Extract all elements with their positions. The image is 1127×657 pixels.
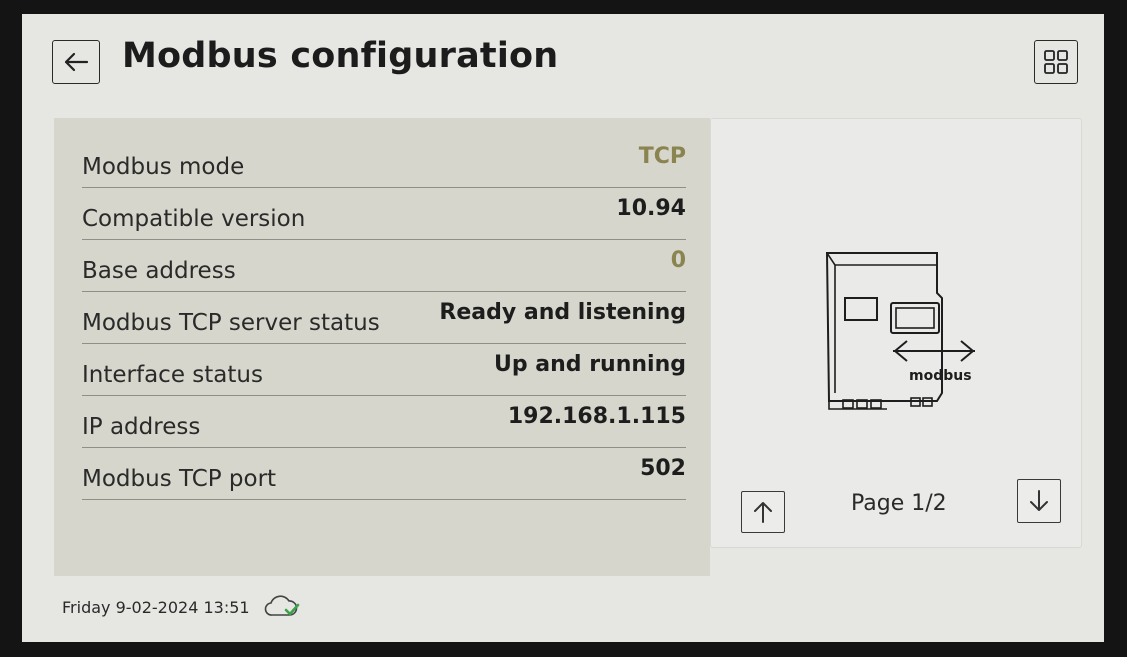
illustration-panel: modbus Page 1/2 — [710, 118, 1082, 548]
settings-panel: Modbus mode TCP Compatible version 10.94… — [54, 118, 710, 576]
setting-value: 502 — [640, 456, 686, 481]
settings-list: Modbus mode TCP Compatible version 10.94… — [82, 136, 686, 500]
page-title: Modbus configuration — [122, 36, 559, 76]
setting-label: Interface status — [82, 361, 263, 388]
back-button[interactable] — [52, 40, 100, 84]
modbus-caption: modbus — [909, 368, 972, 384]
modbus-device-icon: modbus — [825, 252, 975, 410]
datetime: Friday 9-02-2024 13:51 — [62, 597, 250, 617]
setting-row-ip-address: IP address 192.168.1.115 — [82, 396, 686, 448]
setting-row-interface-status: Interface status Up and running — [82, 344, 686, 396]
page-up-button[interactable] — [741, 491, 785, 533]
setting-label: Modbus TCP port — [82, 465, 277, 492]
arrow-up-icon — [754, 502, 772, 523]
grid-icon — [1044, 50, 1068, 74]
setting-value: TCP — [638, 144, 686, 169]
page-indicator: Page 1/2 — [851, 491, 947, 516]
setting-value: Up and running — [494, 352, 686, 377]
setting-value: Ready and listening — [439, 300, 686, 325]
setting-row-modbus-mode: Modbus mode TCP — [82, 136, 686, 188]
setting-label: Compatible version — [82, 205, 306, 232]
setting-label: Modbus mode — [82, 153, 245, 180]
cloud-check-icon — [264, 595, 299, 616]
page-down-button[interactable] — [1017, 479, 1061, 523]
arrow-left-icon — [64, 52, 89, 72]
setting-row-base-address: Base address 0 — [82, 240, 686, 292]
setting-row-server-status: Modbus TCP server status Ready and liste… — [82, 292, 686, 344]
menu-button[interactable] — [1034, 40, 1078, 84]
status-bar: Friday 9-02-2024 13:51 — [62, 592, 302, 622]
setting-value: 10.94 — [616, 196, 686, 221]
header: Modbus configuration — [22, 14, 1104, 106]
setting-label: Modbus TCP server status — [82, 309, 380, 336]
setting-label: IP address — [82, 413, 201, 440]
setting-value: 192.168.1.115 — [507, 404, 686, 429]
arrow-down-icon — [1030, 490, 1048, 511]
modbus-device-illustration: modbus — [807, 243, 987, 433]
setting-label: Base address — [82, 257, 236, 284]
setting-row-tcp-port: Modbus TCP port 502 — [82, 448, 686, 500]
setting-row-compatible-version: Compatible version 10.94 — [82, 188, 686, 240]
setting-value: 0 — [670, 248, 686, 273]
device-screen: Modbus configuration Modbus mode TCP Com… — [22, 14, 1104, 642]
